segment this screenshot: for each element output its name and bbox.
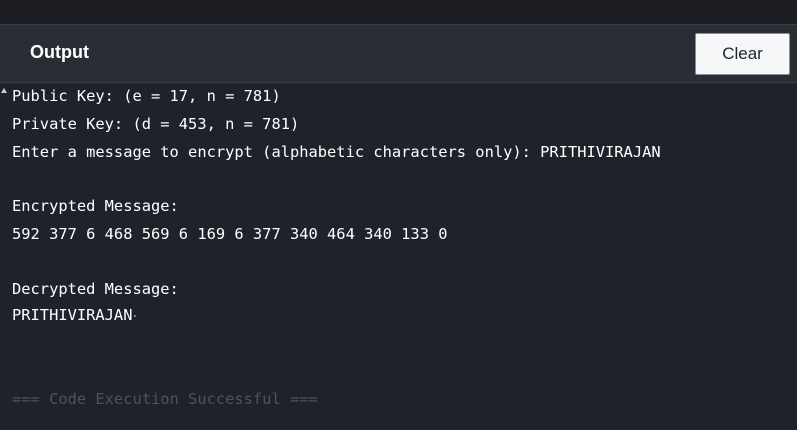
panel-title: Output	[30, 42, 89, 62]
console-line-input-prompt: Enter a message to encrypt (alphabetic c…	[12, 143, 661, 161]
clear-button[interactable]: Clear	[695, 33, 790, 75]
console-line-private-key: Private Key: (d = 453, n = 781)	[12, 115, 300, 133]
scroll-up-arrow-icon[interactable]	[1, 88, 7, 93]
console-line-public-key: Public Key: (e = 17, n = 781)	[12, 87, 281, 105]
decrypted-text: PRITHIVIRAJAN	[12, 306, 133, 324]
console-line-decrypted-value: PRITHIVIRAJAN	[12, 306, 137, 324]
console-line-encrypted-label: Encrypted Message:	[12, 197, 179, 215]
console-output[interactable]: Public Key: (e = 17, n = 781) Private Ke…	[0, 83, 797, 430]
output-panel-header: Output Clear	[0, 24, 797, 83]
text-cursor	[134, 314, 137, 317]
scrollbar[interactable]	[0, 83, 7, 430]
console-line-execution-status: === Code Execution Successful ===	[12, 390, 318, 408]
top-strip	[0, 0, 797, 24]
console-line-encrypted-values: 592 377 6 468 569 6 169 6 377 340 464 34…	[12, 225, 448, 243]
console-line-decrypted-label: Decrypted Message:	[12, 280, 179, 298]
